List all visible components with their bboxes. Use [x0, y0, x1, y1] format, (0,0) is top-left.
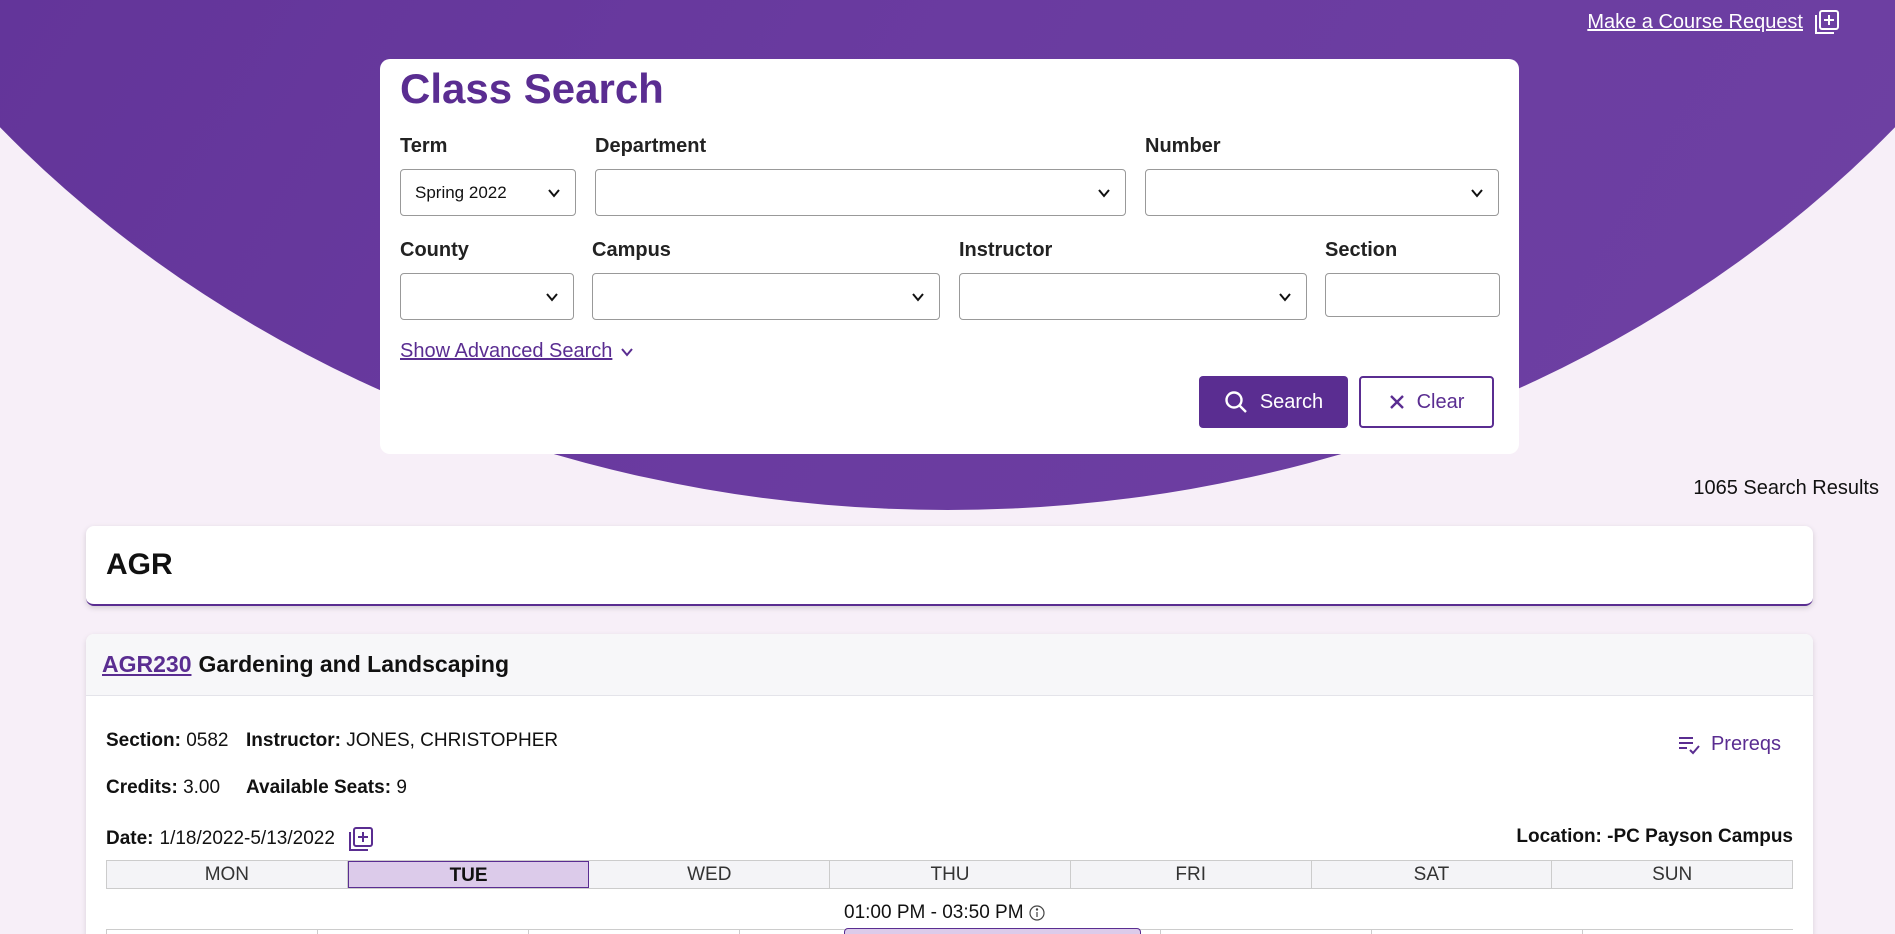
info-icon[interactable] [1028, 904, 1046, 922]
instructor-field-value: JONES, CHRISTOPHER [346, 730, 559, 751]
day-tue: TUE [347, 861, 590, 888]
add-box-icon [1815, 10, 1839, 34]
term-select-value: Spring 2022 [415, 182, 507, 202]
date-field: Date: 1/18/2022-5/13/2022 [106, 825, 375, 853]
class-search-card: Class Search Term Spring 2022 Department… [380, 59, 1519, 454]
county-select[interactable] [400, 273, 574, 320]
section-label: Section [1325, 239, 1398, 261]
add-to-calendar-icon[interactable] [347, 825, 375, 853]
number-label: Number [1145, 135, 1221, 157]
day-sun: SUN [1552, 861, 1793, 888]
section-field-label: Section: [106, 730, 181, 751]
search-button[interactable]: Search [1199, 376, 1348, 428]
section-input[interactable] [1325, 273, 1500, 317]
prereqs-button[interactable]: Prereqs [1677, 733, 1781, 756]
chevron-down-icon [548, 188, 560, 198]
date-field-label: Date: [106, 828, 154, 849]
chevron-down-icon [621, 347, 634, 357]
term-label: Term [400, 135, 448, 157]
chevron-down-icon [1098, 188, 1110, 198]
search-icon [1225, 391, 1247, 413]
prereqs-label: Prereqs [1710, 733, 1781, 755]
course-card: AGR230 Gardening and Landscaping Section… [86, 634, 1813, 934]
department-group-header: AGR [86, 526, 1813, 606]
day-sat: SAT [1311, 861, 1553, 888]
page-title: Class Search [400, 65, 664, 112]
credits-field-label: Credits: [106, 777, 178, 798]
date-field-value: 1/18/2022-5/13/2022 [159, 828, 335, 849]
chevron-down-icon [912, 292, 924, 302]
search-results-count: 1065 Search Results [1693, 477, 1879, 499]
section-field-value: 0582 [186, 730, 229, 751]
day-wed: WED [589, 861, 831, 888]
make-course-request-link[interactable]: Make a Course Request [1587, 8, 1841, 36]
search-button-label: Search [1259, 390, 1324, 413]
department-name: AGR [106, 548, 173, 581]
make-course-request-label: Make a Course Request [1587, 10, 1803, 33]
clear-button[interactable]: Clear [1359, 376, 1494, 428]
section-field: Section: 0582 [106, 730, 229, 752]
available-seats-value: 9 [396, 777, 407, 798]
term-select[interactable]: Spring 2022 [400, 169, 576, 216]
location-field-label: Location: [1516, 826, 1602, 847]
department-label: Department [595, 135, 707, 157]
instructor-field-label: Instructor: [246, 730, 341, 751]
meeting-time: 01:00 PM - 03:50 PM [844, 902, 1046, 924]
credits-field: Credits: 3.00 [106, 777, 220, 799]
day-fri: FRI [1070, 861, 1312, 888]
clear-button-label: Clear [1416, 390, 1465, 413]
day-thu: THU [830, 861, 1071, 888]
weekday-bar: MON TUE WED THU FRI SAT SUN [106, 860, 1793, 889]
close-icon [1389, 395, 1404, 409]
course-title: Gardening and Landscaping [198, 651, 510, 677]
day-mon: MON [107, 861, 348, 888]
instructor-label: Instructor [959, 239, 1053, 261]
campus-label: Campus [592, 239, 671, 261]
course-code-link[interactable]: AGR230 [102, 651, 191, 678]
county-label: County [400, 239, 469, 261]
show-advanced-search-link[interactable]: Show Advanced Search [400, 340, 634, 363]
department-select[interactable] [595, 169, 1126, 216]
available-seats-label: Available Seats: [246, 777, 392, 798]
credits-field-value: 3.00 [183, 777, 221, 798]
chevron-down-icon [546, 292, 558, 302]
checklist-icon [1678, 736, 1700, 754]
location-field-value: -PC Payson Campus [1607, 826, 1793, 847]
available-seats-field: Available Seats: 9 [246, 777, 407, 799]
number-select[interactable] [1145, 169, 1499, 216]
location-field: Location: -PC Payson Campus [1516, 826, 1793, 848]
meeting-time-block [844, 928, 1141, 934]
show-advanced-search-label: Show Advanced Search [400, 340, 613, 362]
chevron-down-icon [1279, 292, 1291, 302]
campus-select[interactable] [592, 273, 940, 320]
course-header: AGR230 Gardening and Landscaping [86, 634, 1813, 696]
instructor-select[interactable] [959, 273, 1307, 320]
meeting-time-text: 01:00 PM - 03:50 PM [844, 902, 1024, 923]
chevron-down-icon [1471, 188, 1483, 198]
instructor-field: Instructor: JONES, CHRISTOPHER [246, 730, 558, 752]
